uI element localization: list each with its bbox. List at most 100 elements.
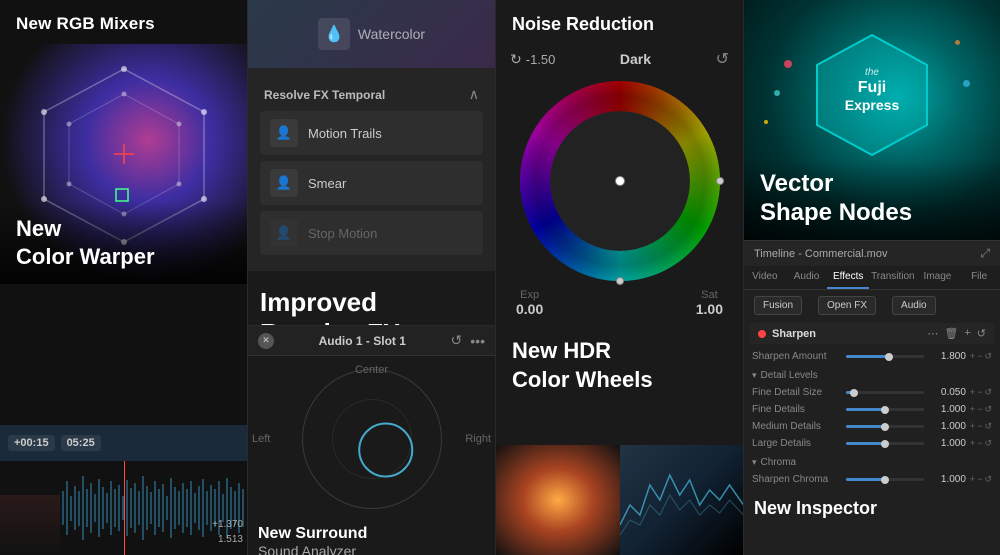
hdr-waveform-svg [620, 445, 744, 555]
open-fx-btn[interactable]: Open FX [818, 296, 876, 315]
param-value-large: 1.000 [928, 438, 966, 449]
param-row-medium-details: Medium Details 1.000 +−↺ [752, 418, 992, 435]
param-group-chroma: Sharpen Chroma 1.000 +−↺ [744, 469, 1000, 490]
surround-cursor[interactable] [358, 422, 413, 477]
noise-reduction-title: Noise Reduction [496, 0, 743, 45]
tab-transition[interactable]: Transition [869, 266, 917, 289]
cw-reset-btn[interactable]: ↺ [716, 49, 729, 69]
smear-icon: 👤 [270, 169, 298, 197]
audio-title: Audio 1 - Slot 1 [319, 334, 406, 348]
particle-2 [774, 90, 780, 96]
fx-item-motion-trails[interactable]: 👤 Motion Trails [260, 111, 483, 155]
hdr-img-1 [496, 445, 620, 555]
fx-item-label-stop: Stop Motion [308, 226, 377, 241]
cw-controls-bar: ↻ -1.50 Dark ↺ [496, 45, 743, 73]
timeline-top: +00:15 05:25 [0, 425, 247, 461]
tab-image[interactable]: Image [917, 266, 959, 289]
hdr-label: New HDR Color Wheels [496, 325, 743, 398]
section-chroma: ▾ Chroma [744, 454, 1000, 469]
inspector-panel: Timeline - Commercial.mov ⤢ Video Audio … [744, 240, 1000, 555]
param-label-fine-size: Fine Detail Size [752, 387, 842, 398]
audio-panel: ✕ Audio 1 - Slot 1 ↺ ••• Center Left Rig… [248, 325, 495, 555]
fx-item-label-smear: Smear [308, 176, 346, 191]
exp-label: Exp [520, 289, 539, 301]
inspector-title-bar: Timeline - Commercial.mov ⤢ [744, 241, 1000, 266]
sat-param: Sat 1.00 [696, 289, 723, 317]
tab-video[interactable]: Video [744, 266, 786, 289]
time-badge-1: +00:15 [8, 435, 55, 451]
surround-label-right: Right [465, 433, 491, 445]
param-row-sharpen-amount: Sharpen Amount 1.800 + − ↺ [752, 348, 992, 365]
color-wheel[interactable] [520, 81, 720, 281]
fusion-btn[interactable]: Fusion [754, 296, 802, 315]
inspector-title: Timeline - Commercial.mov [754, 248, 887, 260]
fuji-hex-svg: the Fuji Express [807, 30, 937, 160]
svg-text:Express: Express [845, 97, 900, 113]
fx-collapse-btn[interactable]: ∧ [469, 86, 479, 103]
param-row-fine-detail-size: Fine Detail Size 0.050 +−↺ [752, 384, 992, 401]
audio-tab-btn[interactable]: Audio [892, 296, 936, 315]
sat-label: Sat [701, 289, 718, 301]
param-reset[interactable]: ↺ [984, 351, 992, 362]
effect-icon-2[interactable]: 🗑 [944, 327, 958, 340]
effect-icon-4[interactable]: ↺ [977, 327, 986, 340]
param-label-fine: Fine Details [752, 404, 842, 415]
motion-trails-icon: 👤 [270, 119, 298, 147]
effect-action-icons: ⋯ 🗑 + ↺ [927, 327, 986, 340]
fx-panel-title: Resolve FX Temporal [264, 88, 385, 102]
section-name-detail: Detail Levels [761, 370, 818, 381]
watercolor-label: Watercolor [358, 26, 425, 42]
cw-bottom-dot [616, 277, 624, 285]
param-slider-large[interactable] [846, 442, 924, 445]
tab-audio[interactable]: Audio [786, 266, 828, 289]
param-slider-fine-size[interactable] [846, 391, 924, 394]
panel-resolve-fx: 💧 Watercolor Resolve FX Temporal ∧ 👤 Mot… [248, 0, 496, 555]
fx-panel-content: Resolve FX Temporal ∧ 👤 Motion Trails 👤 … [248, 68, 495, 271]
effect-active-dot [758, 330, 766, 338]
audio-close-btn[interactable]: ✕ [258, 333, 274, 349]
inspector-expand-icon[interactable]: ⤢ [980, 246, 990, 261]
time-badge-2: 05:25 [61, 435, 101, 451]
audio-panel-header: ✕ Audio 1 - Slot 1 ↺ ••• [248, 326, 495, 356]
exp-value: 0.00 [516, 301, 543, 317]
tab-file[interactable]: File [958, 266, 1000, 289]
new-inspector-label: New Inspector [744, 490, 1000, 523]
param-slider-sharpen[interactable] [846, 355, 924, 358]
hdr-preview-strips [496, 445, 743, 555]
param-slider-medium[interactable] [846, 425, 924, 428]
param-dec[interactable]: − [977, 351, 982, 362]
timeline-waveform: +1.370 1.513 [0, 461, 247, 555]
audio-refresh-icon[interactable]: ↺ [451, 332, 463, 349]
cw-right-dot [716, 177, 724, 185]
panel-vector-shape: the Fuji Express Vector Shape Nodes Time… [744, 0, 1000, 555]
param-inc[interactable]: + [970, 351, 975, 362]
section-name-chroma: Chroma [761, 457, 797, 468]
fx-item-stop-motion[interactable]: 👤 Stop Motion [260, 211, 483, 255]
fx-panel-header: Resolve FX Temporal ∧ [260, 78, 483, 111]
surround-analyzer-label: New Surround Sound Analyzer [248, 521, 495, 555]
param-row-large-details: Large Details 1.000 +−↺ [752, 435, 992, 452]
color-warper-label: NewColor Warper [0, 201, 247, 284]
svg-text:the: the [865, 67, 879, 78]
param-group-sharpen: Sharpen Amount 1.800 + − ↺ [744, 346, 1000, 367]
surround-label-center: Center [355, 364, 388, 376]
svg-text:Fuji: Fuji [858, 79, 886, 96]
coords-display: +1.370 1.513 [212, 517, 243, 547]
surround-visualizer: Center Left Right [248, 356, 495, 521]
particle-4 [963, 80, 970, 87]
param-value-chroma: 1.000 [928, 474, 966, 485]
tab-effects[interactable]: Effects [827, 266, 869, 289]
param-slider-fine[interactable] [846, 408, 924, 411]
effect-icon-1[interactable]: ⋯ [927, 327, 938, 340]
param-value-fine: 1.000 [928, 404, 966, 415]
param-label-medium: Medium Details [752, 421, 842, 432]
audio-icon-group: ↺ ••• [451, 332, 485, 349]
timeline-strip: +00:15 05:25 [0, 425, 247, 555]
waveform-svg [0, 461, 247, 555]
audio-more-icon[interactable]: ••• [470, 333, 485, 349]
param-slider-chroma[interactable] [846, 478, 924, 481]
param-slider-dot-sharpen [885, 353, 893, 361]
watercolor-header: 💧 Watercolor [248, 0, 495, 68]
effect-icon-3[interactable]: + [964, 327, 970, 340]
fx-item-smear[interactable]: 👤 Smear [260, 161, 483, 205]
